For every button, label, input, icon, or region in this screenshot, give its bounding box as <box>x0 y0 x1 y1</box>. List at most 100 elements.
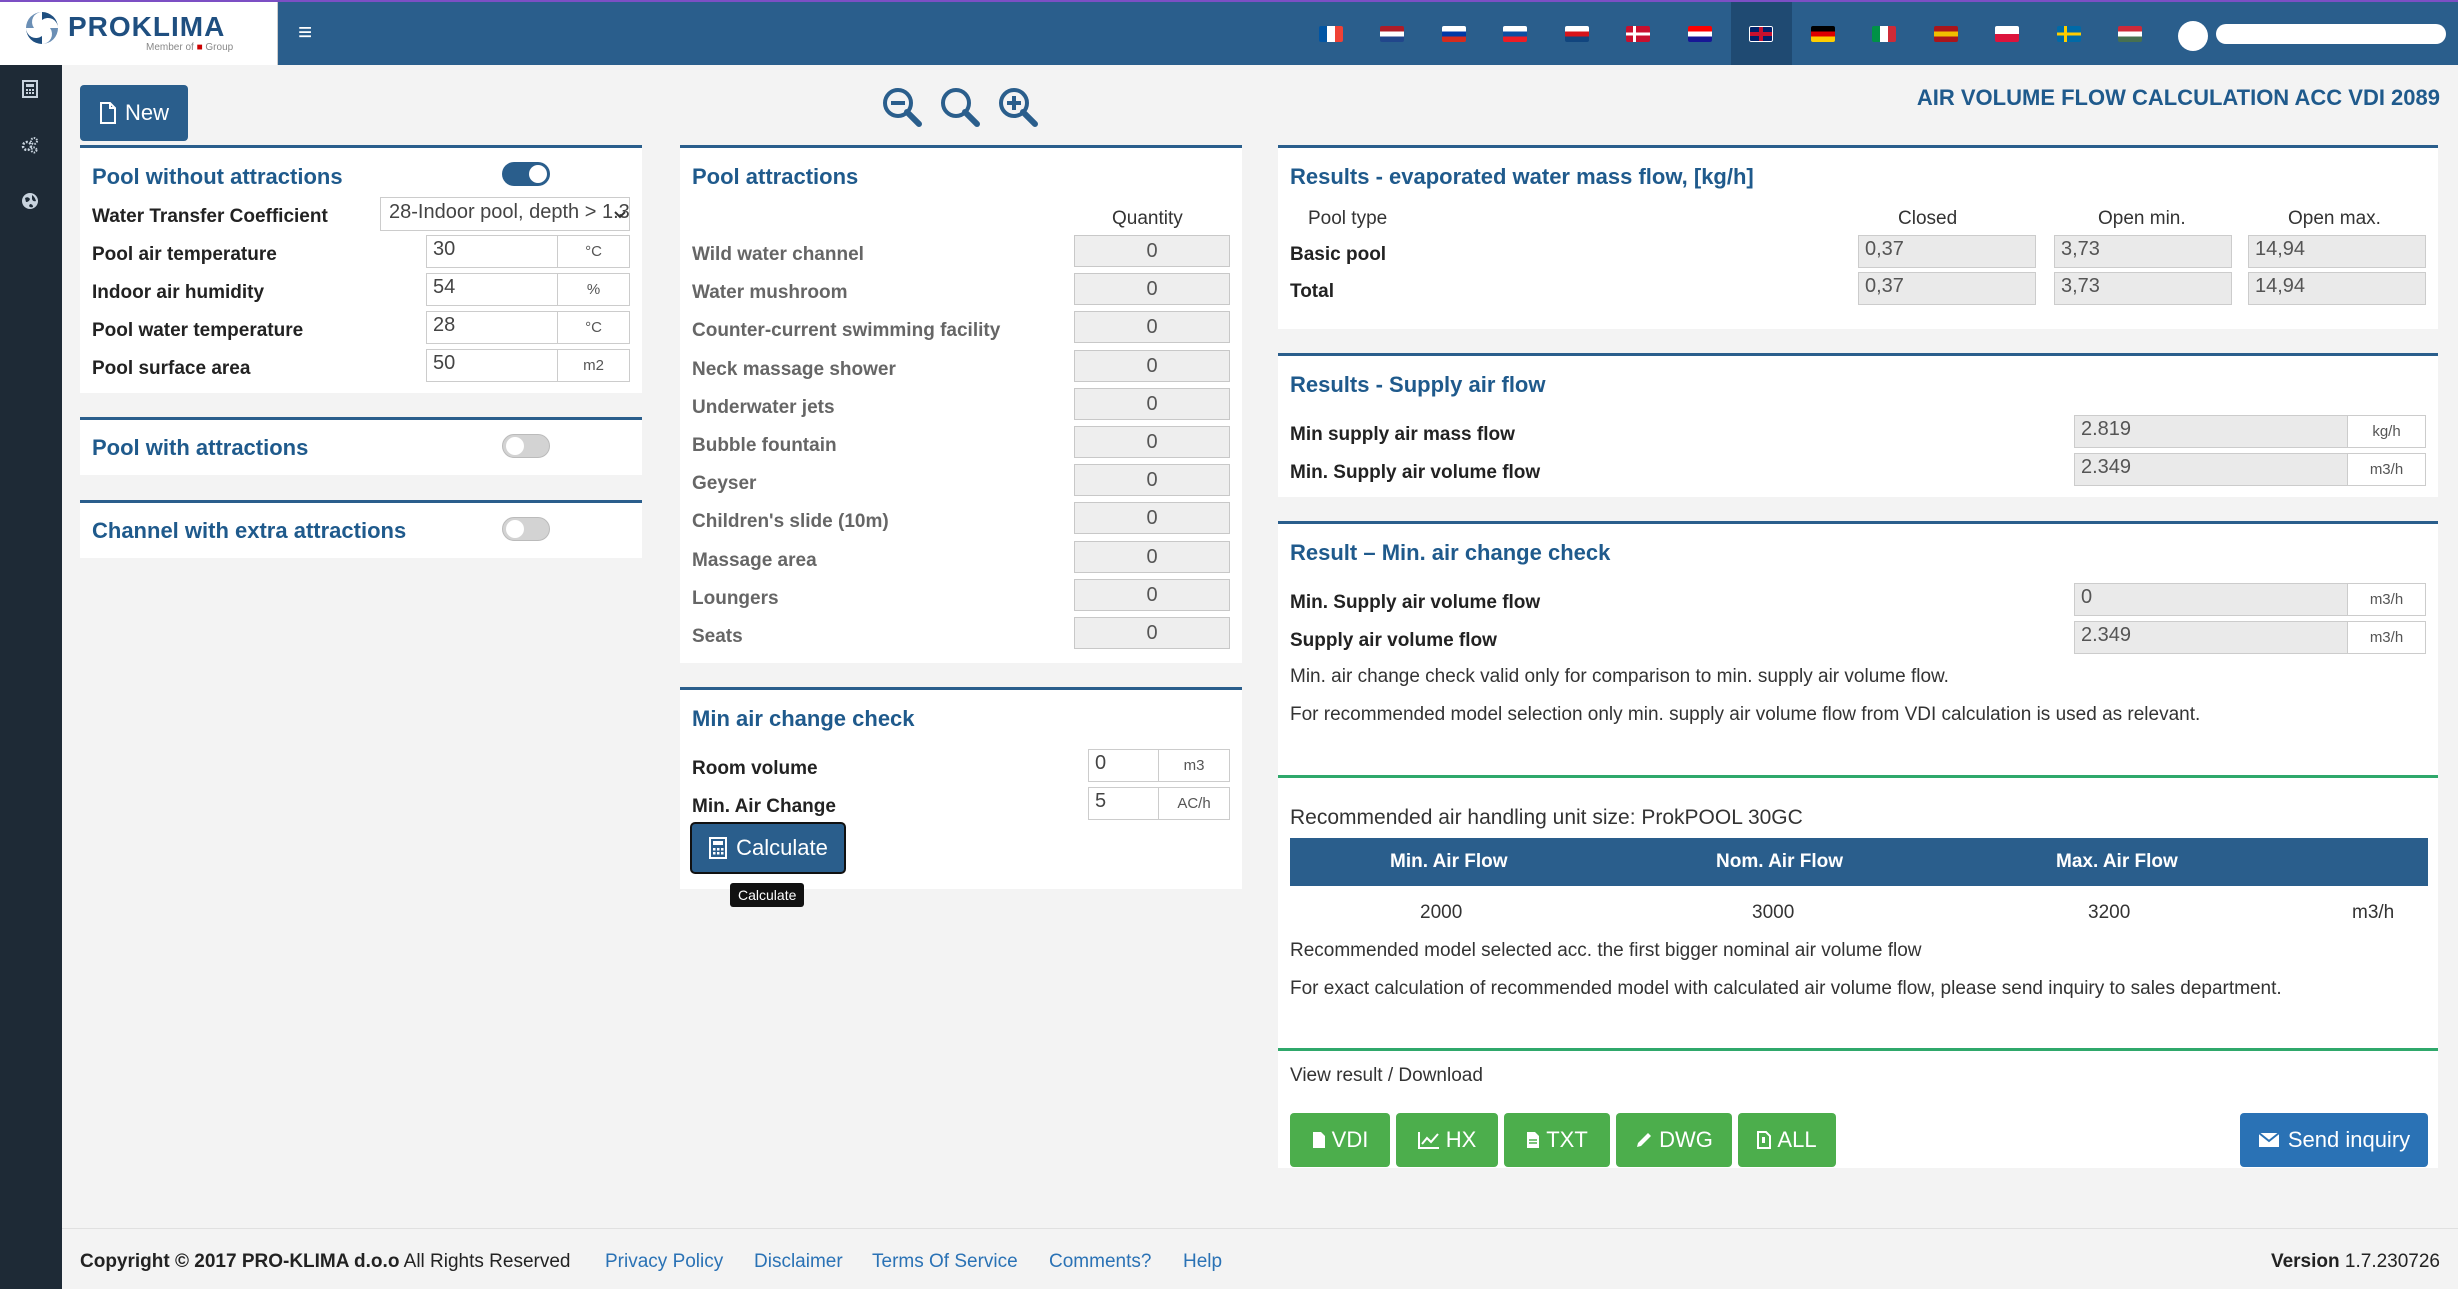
col-min-air-flow: Min. Air Flow <box>1390 851 1508 872</box>
zoom-out-icon[interactable] <box>880 85 924 129</box>
surface-area-label: Pool surface area <box>92 358 251 379</box>
panel-title: Pool attractions <box>692 164 859 189</box>
total-label: Total <box>1290 281 1334 302</box>
disclaimer-link[interactable]: Disclaimer <box>754 1251 843 1272</box>
air-change-result-panel: Result – Min. air change check Min. Supp… <box>1278 521 2438 803</box>
language-flag-ru[interactable] <box>1423 2 1485 65</box>
terms-of-service-link[interactable]: Terms Of Service <box>872 1251 1018 1272</box>
channel-toggle[interactable] <box>502 517 550 541</box>
basic-pool-closed: 0,37 <box>1858 235 2036 268</box>
flag-pl-icon <box>1995 25 2020 42</box>
send-inquiry-button[interactable]: Send inquiry <box>2240 1113 2428 1167</box>
comments-link[interactable]: Comments? <box>1049 1251 1151 1272</box>
attraction-quantity-input[interactable]: 0 <box>1074 502 1230 535</box>
attraction-quantity-input[interactable]: 0 <box>1074 426 1230 458</box>
language-flag-es[interactable] <box>1915 2 1977 65</box>
brand-logo[interactable]: PROKLIMA Member of ■ Group <box>0 2 278 65</box>
language-flag-pl[interactable] <box>1977 2 2039 65</box>
vdi-button[interactable]: VDI <box>1290 1113 1390 1167</box>
recommended-unit-title: Recommended air handling unit size: Prok… <box>1290 806 1803 829</box>
envelope-icon <box>2258 1132 2280 1147</box>
air-temp-input[interactable]: 30 <box>426 235 558 268</box>
language-flag-se[interactable] <box>2038 2 2100 65</box>
supply-mass-unit: kg/h <box>2348 415 2426 448</box>
attraction-quantity-input[interactable]: 0 <box>1074 311 1230 344</box>
water-temp-label: Pool water temperature <box>92 320 304 341</box>
attraction-quantity-input[interactable]: 0 <box>1074 540 1230 573</box>
language-flag-hr[interactable] <box>1669 2 1731 65</box>
dwg-button[interactable]: DWG <box>1616 1113 1732 1167</box>
attraction-quantity-input[interactable]: 0 <box>1074 349 1230 382</box>
calculate-tooltip: Calculate <box>730 883 805 907</box>
basic-pool-open-min: 3,73 <box>2054 235 2232 268</box>
file-icon <box>99 102 116 124</box>
attraction-quantity-input[interactable]: 0 <box>1074 387 1230 420</box>
user-avatar[interactable] <box>2178 21 2208 51</box>
all-button[interactable]: ALL <box>1738 1113 1836 1167</box>
help-link[interactable]: Help <box>1183 1251 1222 1272</box>
hx-button[interactable]: HX <box>1396 1113 1498 1167</box>
air-change-note: Min. air change check valid only for com… <box>1290 666 1949 687</box>
file-archive-icon <box>1757 1131 1772 1149</box>
privacy-policy-link[interactable]: Privacy Policy <box>605 1251 723 1272</box>
hx-label: HX <box>1445 1127 1477 1152</box>
new-button-label: New <box>124 100 169 125</box>
supply-mass-value: 2.819 <box>2074 415 2348 448</box>
language-flag-de[interactable] <box>1792 2 1854 65</box>
txt-button[interactable]: TXT <box>1504 1113 1610 1167</box>
new-calculation-button[interactable]: New <box>80 85 188 141</box>
download-title: View result / Download <box>1290 1065 1483 1086</box>
language-flag-dk[interactable] <box>1608 2 1670 65</box>
language-flag-nl[interactable] <box>1362 2 1424 65</box>
flag-fr-icon <box>1318 25 1343 42</box>
txt-label: TXT <box>1546 1127 1588 1152</box>
max-air-flow-value: 3200 <box>2088 902 2131 923</box>
humidity-input[interactable]: 54 <box>426 273 558 306</box>
flag-de-icon <box>1810 25 1835 42</box>
surface-area-input[interactable]: 50 <box>426 349 558 382</box>
attraction-quantity-input[interactable]: 0 <box>1074 235 1230 267</box>
attraction-quantity-input[interactable]: 0 <box>1074 273 1230 306</box>
language-selector <box>1300 2 2161 65</box>
language-flag-gb[interactable] <box>1730 2 1792 65</box>
zoom-in-icon[interactable] <box>996 85 1040 129</box>
panel-title: Result – Min. air change check <box>1290 540 1611 565</box>
wtc-select[interactable]: 28-Indoor pool, depth > 1.35 m <box>380 197 630 231</box>
zoom-reset-icon[interactable] <box>938 85 982 129</box>
download-panel: View result / Download VDI HX TXT DWG AL… <box>1278 1048 2438 1168</box>
panel-title: Results - Supply air flow <box>1290 372 1546 397</box>
attraction-label: Wild water channel <box>692 244 864 265</box>
all-label: ALL <box>1777 1127 1817 1152</box>
language-flag-cz[interactable] <box>1546 2 1608 65</box>
evaporated-water-panel: Results - evaporated water mass flow, [k… <box>1278 145 2438 329</box>
flag-dk-icon <box>1626 25 1651 42</box>
calculate-button[interactable]: Calculate <box>690 822 846 874</box>
gears-icon[interactable] <box>17 135 43 161</box>
attraction-quantity-input[interactable]: 0 <box>1074 464 1230 497</box>
flag-ru-icon <box>1441 25 1466 42</box>
calculator-icon[interactable] <box>17 79 43 105</box>
pool-with-toggle[interactable] <box>502 434 550 458</box>
globe-icon[interactable] <box>17 191 43 217</box>
room-volume-unit: m3 <box>1158 749 1230 782</box>
attraction-quantity-input[interactable]: 0 <box>1074 578 1230 611</box>
inquiry-note: For exact calculation of recommended mod… <box>1290 978 2282 999</box>
attraction-label: Massage area <box>692 549 817 571</box>
recommended-note: Recommended model selected acc. the firs… <box>1290 940 1922 961</box>
pool-without-toggle[interactable] <box>502 162 550 186</box>
language-flag-fr[interactable] <box>1300 2 1362 65</box>
col-max-air-flow: Max. Air Flow <box>2056 851 2178 872</box>
attraction-quantity-input[interactable]: 0 <box>1074 617 1230 649</box>
attraction-label: Bubble fountain <box>692 435 837 456</box>
min-supply-volume-label: Min. Supply air volume flow <box>1290 592 1541 613</box>
language-flag-it[interactable] <box>1854 2 1916 65</box>
user-name-redacted[interactable] <box>2216 24 2446 44</box>
flag-it-icon <box>1872 25 1897 42</box>
language-flag-sk[interactable] <box>1485 2 1547 65</box>
col-open-max-header: Open max. <box>2288 208 2381 229</box>
basic-pool-open-max: 14,94 <box>2248 235 2426 268</box>
menu-hamburger-icon[interactable]: ≡ <box>298 21 320 45</box>
water-temp-input[interactable]: 28 <box>426 311 558 344</box>
file-icon <box>1312 1132 1325 1148</box>
language-flag-hu[interactable] <box>2100 2 2162 65</box>
